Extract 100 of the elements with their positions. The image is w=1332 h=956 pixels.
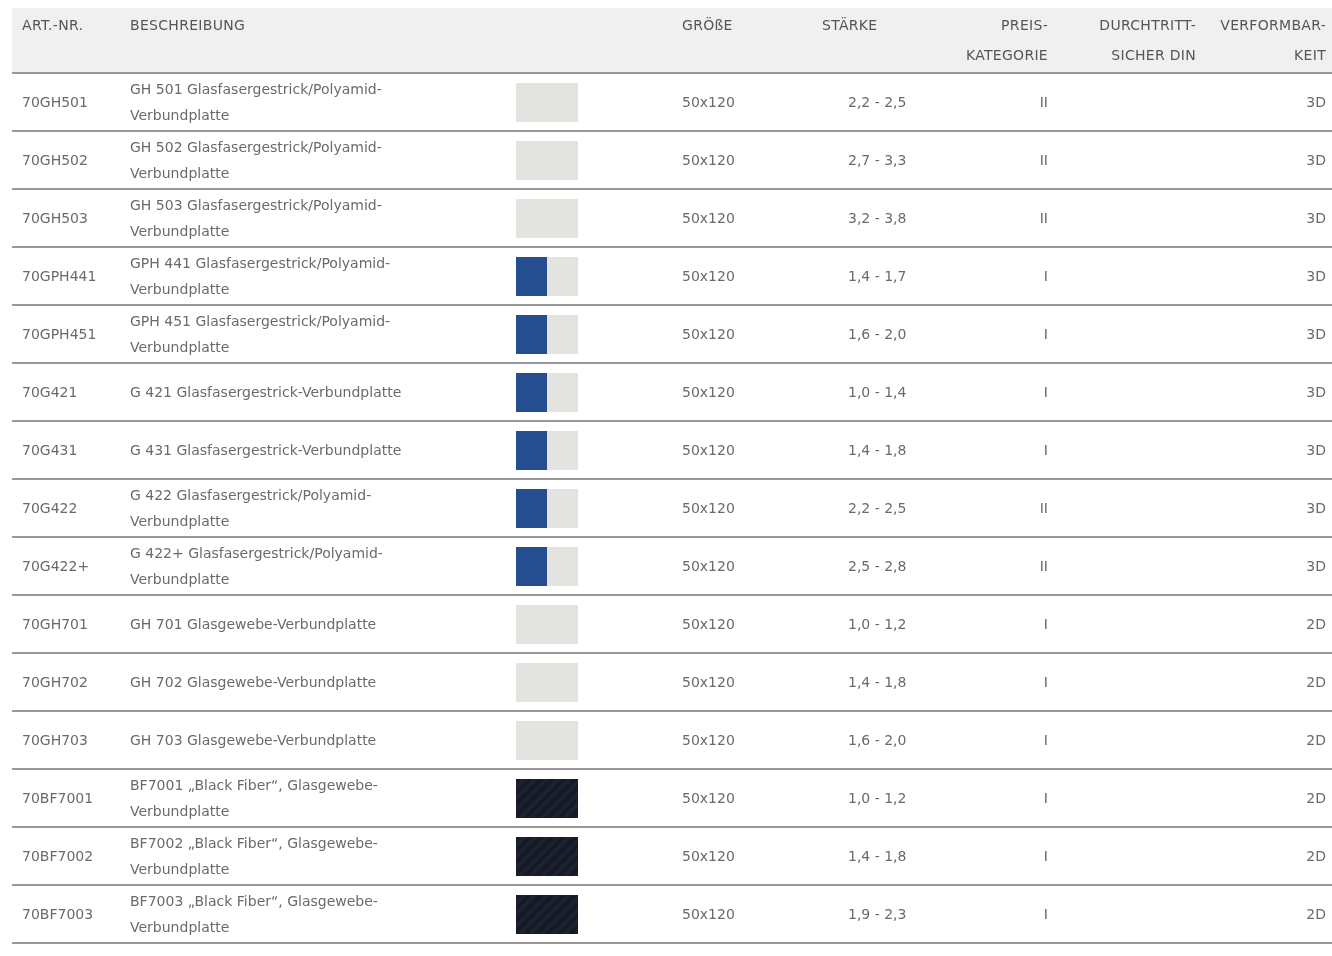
- size-value: 50x120: [682, 384, 735, 400]
- product-description: GH 702 Glasgewebe-Verbundplatte: [130, 673, 377, 692]
- column-header: ART.-NR.: [12, 8, 120, 73]
- size-value: 50x120: [682, 558, 735, 574]
- material-swatch: [516, 894, 578, 934]
- size-value: 50x120: [682, 732, 735, 748]
- product-description: GPH 441 Glasfasergestrick/Polyamid-Verbundplatte: [130, 254, 392, 299]
- price-category: I: [1043, 906, 1048, 922]
- product-description: G 421 Glasfasergestrick-Verbundplatte: [130, 383, 402, 402]
- formability-value: 3D: [1306, 94, 1326, 110]
- thickness-value: 2,7 - 3,3: [848, 152, 907, 168]
- size-value: 50x120: [682, 94, 735, 110]
- size-value: 50x120: [682, 790, 735, 806]
- article-number: 70GH701: [22, 616, 88, 632]
- material-swatch: [516, 488, 578, 528]
- product-description: GH 501 Glasfasergestrick/Polyamid-Verbundplatte: [130, 80, 383, 125]
- formability-value: 2D: [1306, 790, 1326, 806]
- material-swatch: [516, 372, 578, 412]
- product-description: GH 502 Glasfasergestrick/Polyamid-Verbundplatte: [130, 138, 383, 183]
- article-number: 70GH501: [22, 94, 88, 110]
- formability-value: 3D: [1306, 558, 1326, 574]
- column-header: BESCHREIBUNG: [120, 8, 492, 73]
- material-swatch: [516, 256, 578, 296]
- column-header: DURCHTRITT-SICHER DIN: [1054, 8, 1202, 73]
- formability-value: 3D: [1306, 500, 1326, 516]
- article-number: 70GH702: [22, 674, 88, 690]
- thickness-value: 1,4 - 1,7: [848, 268, 907, 284]
- thickness-value: 1,0 - 1,4: [848, 384, 907, 400]
- size-value: 50x120: [682, 210, 735, 226]
- column-header: STÄRKE: [812, 8, 952, 73]
- formability-value: 2D: [1306, 906, 1326, 922]
- size-value: 50x120: [682, 152, 735, 168]
- material-swatch: [516, 836, 578, 876]
- formability-value: 2D: [1306, 616, 1326, 632]
- price-category: I: [1043, 442, 1048, 458]
- article-number: 70GH503: [22, 210, 88, 226]
- column-header: VERFORMBAR-KEIT: [1202, 8, 1332, 73]
- material-swatch: [516, 140, 578, 180]
- price-category: I: [1043, 616, 1048, 632]
- material-swatch: [516, 82, 578, 122]
- material-swatch: [516, 314, 578, 354]
- price-category: II: [1039, 500, 1048, 516]
- product-description: G 422 Glasfasergestrick/Polyamid-Verbundplatte: [130, 486, 373, 531]
- column-header: PREIS-KATEGORIE: [952, 8, 1054, 73]
- formability-value: 3D: [1306, 152, 1326, 168]
- material-swatch: [516, 604, 578, 644]
- price-category: II: [1039, 210, 1048, 226]
- thickness-value: 1,6 - 2,0: [848, 732, 907, 748]
- article-number: 70G421: [22, 384, 78, 400]
- product-description: GH 703 Glasgewebe-Verbundplatte: [130, 731, 377, 750]
- size-value: 50x120: [682, 326, 735, 342]
- thickness-value: 1,0 - 1,2: [848, 790, 907, 806]
- price-category: I: [1043, 674, 1048, 690]
- formability-value: 3D: [1306, 268, 1326, 284]
- article-number: 70BF7003: [22, 906, 94, 922]
- material-swatch: [516, 778, 578, 818]
- formability-value: 3D: [1306, 210, 1326, 226]
- material-swatch: [516, 430, 578, 470]
- formability-value: 2D: [1306, 732, 1326, 748]
- product-description: BF7001 „Black Fiber“, Glasgewebe-Verbundplatte: [130, 776, 379, 821]
- price-category: I: [1043, 790, 1048, 806]
- price-category: II: [1039, 94, 1048, 110]
- product-description: GH 503 Glasfasergestrick/Polyamid-Verbundplatte: [130, 196, 383, 241]
- product-description: G 422+ Glasfasergestrick/Polyamid-Verbundplatte: [130, 544, 384, 589]
- price-category: I: [1043, 326, 1048, 342]
- price-category: I: [1043, 384, 1048, 400]
- size-value: 50x120: [682, 500, 735, 516]
- article-number: 70BF7001: [22, 790, 94, 806]
- price-category: II: [1039, 558, 1048, 574]
- article-number: 70GH703: [22, 732, 88, 748]
- formability-value: 3D: [1306, 442, 1326, 458]
- material-swatch: [516, 720, 578, 760]
- material-swatch: [516, 198, 578, 238]
- thickness-value: 2,2 - 2,5: [848, 94, 907, 110]
- column-header: GRÖßE: [672, 8, 812, 73]
- thickness-value: 2,2 - 2,5: [848, 500, 907, 516]
- thickness-value: 3,2 - 3,8: [848, 210, 907, 226]
- size-value: 50x120: [682, 674, 735, 690]
- article-number: 70GPH441: [22, 268, 97, 284]
- formability-value: 3D: [1306, 384, 1326, 400]
- size-value: 50x120: [682, 442, 735, 458]
- price-category: I: [1043, 848, 1048, 864]
- product-description: BF7003 „Black Fiber“, Glasgewebe-Verbundplatte: [130, 892, 379, 937]
- price-category: II: [1039, 152, 1048, 168]
- thickness-value: 2,5 - 2,8: [848, 558, 907, 574]
- article-number: 70BF7002: [22, 848, 94, 864]
- article-number: 70G422+: [22, 558, 90, 574]
- product-description: BF7002 „Black Fiber“, Glasgewebe-Verbundplatte: [130, 834, 379, 879]
- article-number: 70GH502: [22, 152, 88, 168]
- thickness-value: 1,4 - 1,8: [848, 442, 907, 458]
- product-description: GPH 451 Glasfasergestrick/Polyamid-Verbundplatte: [130, 312, 392, 357]
- size-value: 50x120: [682, 616, 735, 632]
- size-value: 50x120: [682, 268, 735, 284]
- formability-value: 3D: [1306, 326, 1326, 342]
- material-swatch: [516, 546, 578, 586]
- material-swatch: [516, 662, 578, 702]
- size-value: 50x120: [682, 906, 735, 922]
- thickness-value: 1,4 - 1,8: [848, 848, 907, 864]
- price-category: I: [1043, 732, 1048, 748]
- article-number: 70GPH451: [22, 326, 97, 342]
